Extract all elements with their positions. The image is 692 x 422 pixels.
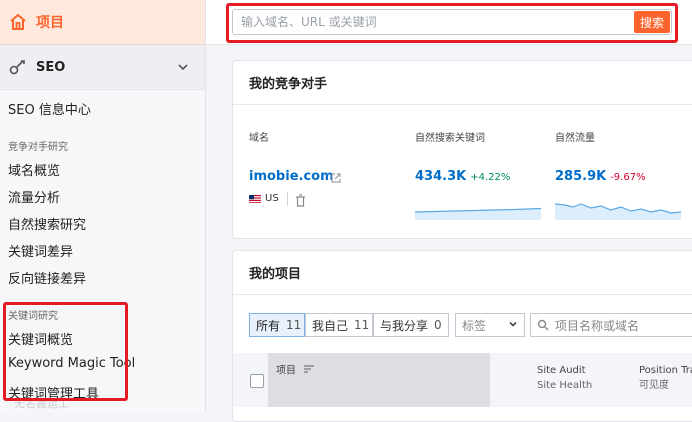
highlight-box-keyword-research [3, 302, 128, 401]
projects-title: 我的项目 [249, 267, 302, 282]
sidebar-item-backlink-gap[interactable]: 反向链接差异 [8, 268, 86, 287]
chevron-down-icon[interactable] [177, 58, 189, 77]
country-indicator: US [249, 193, 279, 204]
sidebar-item-keyword-gap[interactable]: 关键词差异 [8, 241, 73, 260]
column-position-tracking: Position Tra 可见度 [639, 365, 692, 391]
highlight-box-search [226, 3, 678, 43]
filter-mine[interactable]: 我自己 11 [305, 313, 373, 337]
column-project[interactable]: 项目 [276, 363, 315, 379]
project-search-placeholder: 项目名称或域名 [555, 318, 640, 333]
sidebar-item-traffic-analytics[interactable]: 流量分析 [8, 187, 60, 206]
tags-select[interactable]: 标签 [455, 313, 525, 337]
organic-keywords-metric[interactable]: 434.3K +4.22% [415, 169, 510, 184]
sidebar-item-domain-overview[interactable]: 域名概览 [8, 160, 60, 179]
country-code: US [265, 193, 279, 204]
column-organic-traffic: 自然流量 [555, 133, 595, 144]
sort-icon [304, 363, 315, 378]
sidebar-item-seo-dashboard[interactable]: SEO 信息中心 [8, 99, 91, 118]
divider [233, 294, 692, 295]
competitor-domain-link[interactable]: imobie.com [249, 169, 334, 184]
projects-table-header: 项目 Site Audit Site Health Position Tra 可… [233, 353, 692, 407]
column-site-audit: Site Audit Site Health [537, 365, 593, 391]
external-link-icon[interactable] [330, 169, 342, 188]
divider [287, 192, 288, 206]
seo-icon [8, 57, 28, 77]
seo-label: SEO [36, 59, 66, 75]
column-domain: 域名 [249, 133, 269, 144]
keywords-delta: +4.22% [470, 172, 511, 183]
sidebar-item-label: 项目 [36, 15, 64, 31]
chevron-down-icon [508, 318, 518, 332]
select-all-checkbox[interactable] [250, 374, 264, 388]
divider [233, 104, 692, 105]
organic-traffic-metric[interactable]: 285.9K -9.67% [555, 169, 646, 184]
competitors-title: 我的竞争对手 [249, 77, 328, 92]
filter-all[interactable]: 所有 11 [249, 313, 305, 337]
trash-icon[interactable] [295, 192, 306, 211]
sidebar-item-organic-research[interactable]: 自然搜索研究 [8, 214, 86, 233]
keywords-sparkline [415, 207, 541, 220]
project-search[interactable]: 项目名称或域名 [530, 313, 692, 337]
filter-shared[interactable]: 与我分享 0 [373, 313, 449, 337]
sidebar-section-competitor-research: 竞争对手研究 [8, 142, 68, 153]
projects-card: 我的项目 所有 11 我自己 11 与我分享 0 标签 项目名称或域名 项目 S… [232, 250, 692, 422]
column-organic-keywords: 自然搜索关键词 [415, 133, 485, 144]
home-icon [8, 12, 28, 32]
competitors-card: 我的竞争对手 域名 自然搜索关键词 自然流量 imobie.com US 434… [232, 60, 692, 239]
search-icon [537, 319, 549, 331]
sidebar-section-seo[interactable]: SEO [0, 45, 205, 90]
traffic-delta: -9.67% [610, 172, 646, 183]
sorted-column-bg [268, 353, 490, 407]
sidebar-item-projects[interactable]: 项目 [0, 0, 205, 45]
traffic-sparkline [555, 203, 681, 220]
us-flag-icon [249, 194, 261, 203]
